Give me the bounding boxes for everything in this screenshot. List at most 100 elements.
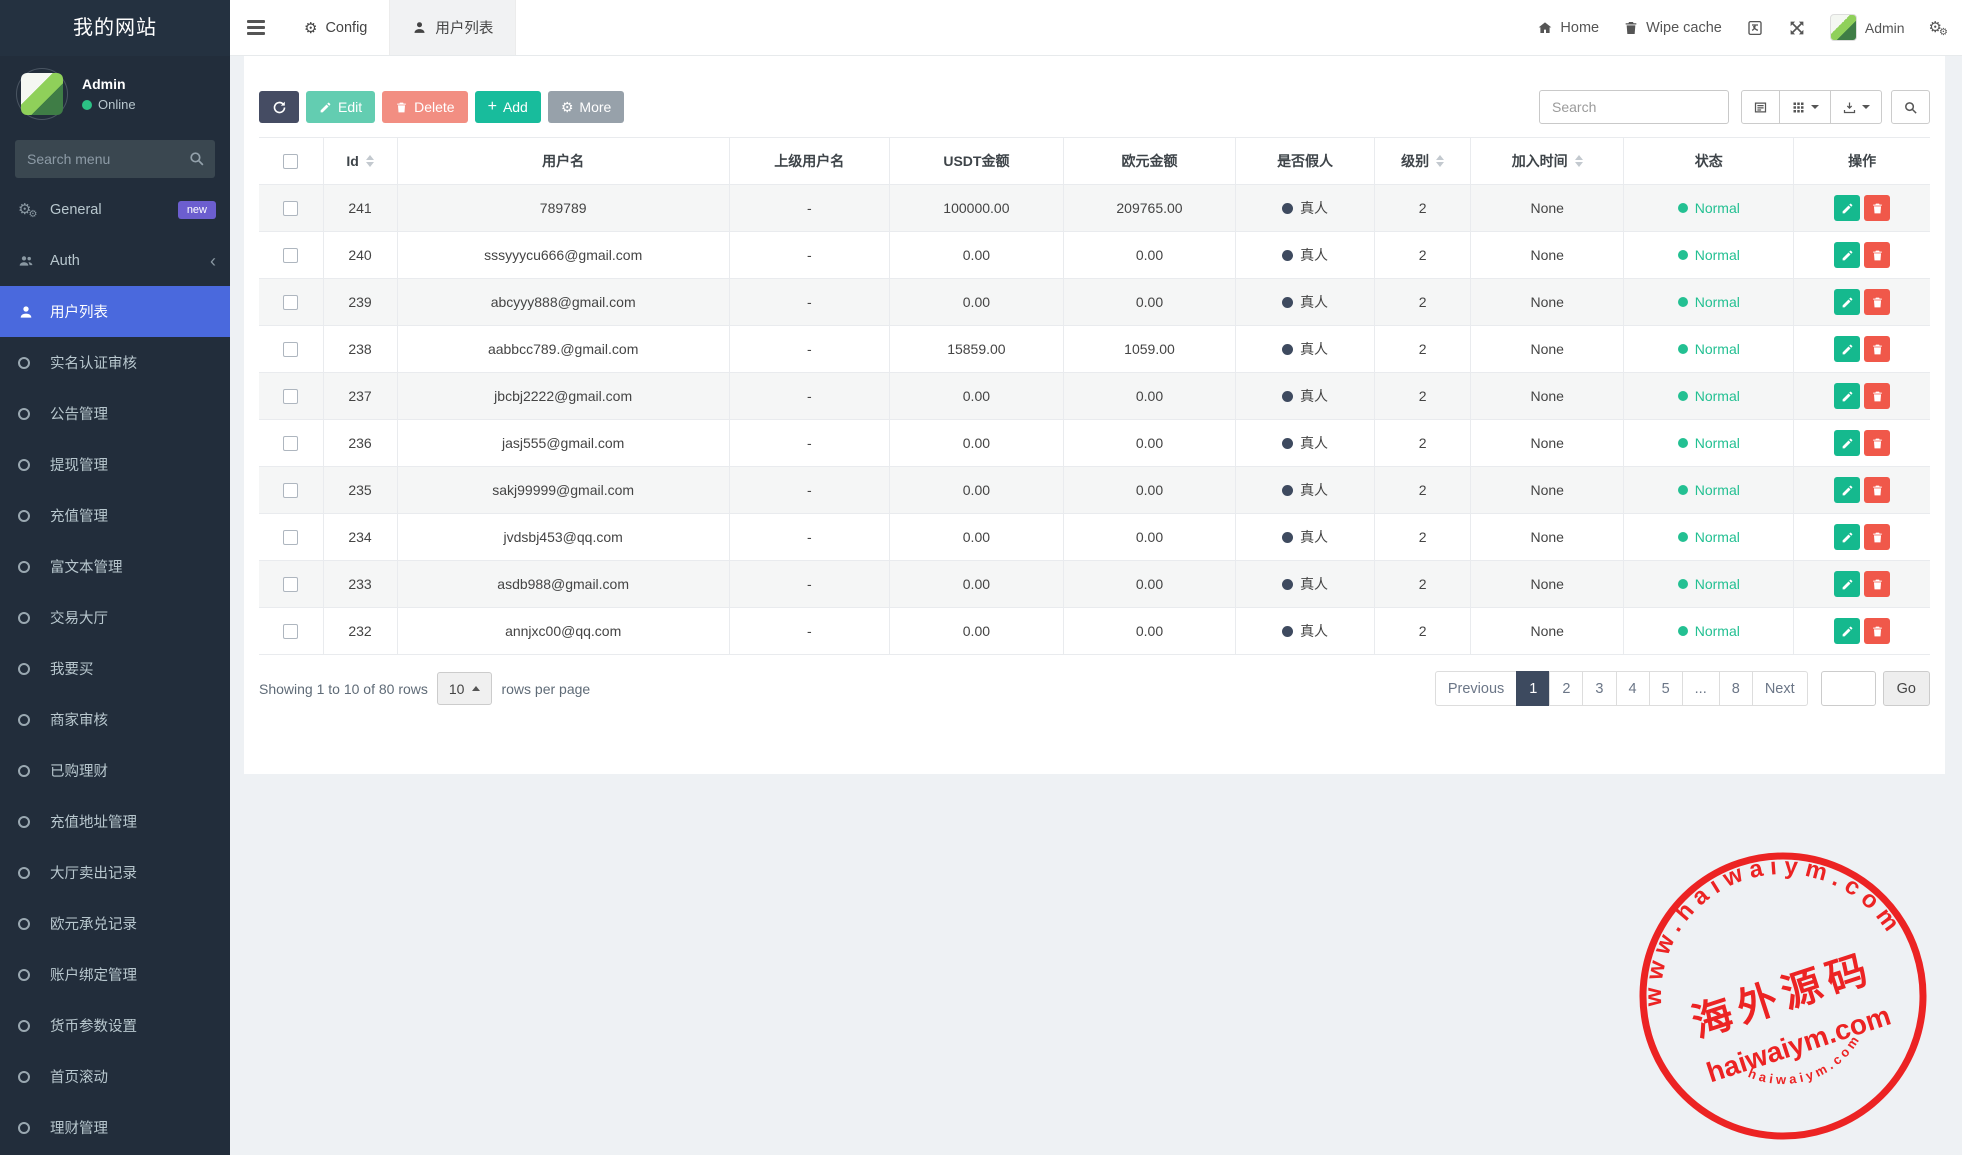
row-delete-button[interactable] (1864, 289, 1890, 315)
row-delete-button[interactable] (1864, 618, 1890, 644)
sidebar-toggle-button[interactable] (230, 0, 282, 55)
row-edit-button[interactable] (1834, 477, 1860, 503)
trash-icon (1871, 625, 1884, 638)
row-delete-button[interactable] (1864, 524, 1890, 550)
select-all-checkbox[interactable] (283, 154, 298, 169)
add-button[interactable]: + Add (475, 91, 541, 123)
row-edit-button[interactable] (1834, 430, 1860, 456)
search-submit-button[interactable] (1891, 90, 1930, 124)
tab-user-list[interactable]: 用户列表 (389, 0, 516, 55)
column-header[interactable]: 级别 (1375, 138, 1471, 185)
cell-status: Normal (1624, 608, 1794, 655)
row-edit-button[interactable] (1834, 242, 1860, 268)
row-checkbox[interactable] (283, 530, 298, 545)
row-checkbox[interactable] (283, 201, 298, 216)
page-3[interactable]: 3 (1582, 671, 1616, 706)
row-checkbox[interactable] (283, 624, 298, 639)
delete-button[interactable]: Delete (382, 91, 467, 123)
sidebar-item-richtext[interactable]: 富文本管理 (0, 541, 230, 592)
page-8[interactable]: 8 (1719, 671, 1753, 706)
row-delete-button[interactable] (1864, 430, 1890, 456)
cell-username: jvdsbj453@qq.com (397, 514, 729, 561)
row-delete-button[interactable] (1864, 477, 1890, 503)
home-button[interactable]: Home (1537, 20, 1599, 36)
row-edit-button[interactable] (1834, 289, 1860, 315)
page-jump-input[interactable] (1821, 671, 1876, 706)
cell-is-fake: 真人 (1236, 326, 1375, 373)
page-previous[interactable]: Previous (1435, 671, 1517, 706)
sidebar-item-account-binding[interactable]: 账户绑定管理 (0, 949, 230, 1000)
sidebar-item-eur-exchange-record[interactable]: 欧元承兑记录 (0, 898, 230, 949)
columns-button[interactable] (1779, 90, 1831, 124)
sidebar-search (15, 140, 215, 178)
row-edit-button[interactable] (1834, 571, 1860, 597)
row-edit-button[interactable] (1834, 383, 1860, 409)
cell-status: Normal (1624, 185, 1794, 232)
table-search-input[interactable] (1539, 90, 1729, 124)
settings-button[interactable]: ⚙⚙ (1929, 20, 1942, 35)
tab-config[interactable]: ⚙ Config (282, 0, 389, 55)
page-next[interactable]: Next (1752, 671, 1808, 706)
pencil-icon (1841, 296, 1854, 309)
cell-status: Normal (1624, 420, 1794, 467)
circle-icon (18, 663, 42, 675)
column-header[interactable]: 加入时间 (1471, 138, 1624, 185)
sidebar-item-recharge[interactable]: 充值管理 (0, 490, 230, 541)
circle-icon (18, 510, 42, 522)
row-checkbox[interactable] (283, 389, 298, 404)
more-button[interactable]: ⚙ More (548, 91, 624, 123)
sidebar-item-hall-sell-record[interactable]: 大厅卖出记录 (0, 847, 230, 898)
row-delete-button[interactable] (1864, 383, 1890, 409)
row-edit-button[interactable] (1834, 195, 1860, 221)
row-checkbox[interactable] (283, 342, 298, 357)
row-checkbox[interactable] (283, 295, 298, 310)
sidebar-item-currency-params[interactable]: 货币参数设置 (0, 1000, 230, 1051)
sidebar-item-auth[interactable]: Auth‹ (0, 235, 230, 286)
sidebar-item-finance-mgmt[interactable]: 理财管理 (0, 1102, 230, 1153)
sidebar-item-user-list[interactable]: 用户列表 (0, 286, 230, 337)
sidebar-item-bought-finance[interactable]: 已购理财 (0, 745, 230, 796)
sidebar-search-input[interactable] (15, 140, 215, 178)
row-delete-button[interactable] (1864, 571, 1890, 597)
row-checkbox[interactable] (283, 577, 298, 592)
sidebar-item-general[interactable]: ⚙⚙Generalnew (0, 184, 230, 235)
row-edit-button[interactable] (1834, 618, 1860, 644)
sidebar-item-home-scroll[interactable]: 首页滚动 (0, 1051, 230, 1102)
detail-view-button[interactable] (1741, 90, 1780, 124)
row-checkbox[interactable] (283, 248, 298, 263)
row-edit-button[interactable] (1834, 524, 1860, 550)
status-dot-icon (1678, 438, 1688, 448)
page-1[interactable]: 1 (1516, 671, 1550, 706)
page-size-dropdown[interactable]: 10 (437, 672, 493, 705)
page-2[interactable]: 2 (1549, 671, 1583, 706)
row-checkbox[interactable] (283, 436, 298, 451)
row-delete-button[interactable] (1864, 242, 1890, 268)
sidebar-item-withdraw[interactable]: 提现管理 (0, 439, 230, 490)
sidebar-item-merchant-audit[interactable]: 商家审核 (0, 694, 230, 745)
sidebar-item-realname-audit[interactable]: 实名认证审核 (0, 337, 230, 388)
row-edit-button[interactable] (1834, 336, 1860, 362)
page-5[interactable]: 5 (1649, 671, 1683, 706)
page-4[interactable]: 4 (1616, 671, 1650, 706)
cell-is-fake: 真人 (1236, 185, 1375, 232)
fullscreen-button[interactable] (1788, 19, 1806, 37)
language-button[interactable] (1746, 19, 1764, 37)
export-button[interactable] (1830, 90, 1882, 124)
wipe-cache-button[interactable]: Wipe cache (1623, 20, 1722, 36)
cell-join-time: None (1471, 326, 1624, 373)
sidebar-item-notice[interactable]: 公告管理 (0, 388, 230, 439)
column-header[interactable]: Id (323, 138, 397, 185)
go-button[interactable]: Go (1883, 671, 1930, 706)
admin-menu[interactable]: Admin (1830, 14, 1905, 41)
sidebar-item-want-buy[interactable]: 我要买 (0, 643, 230, 694)
user-icon (18, 304, 42, 320)
sidebar-item-trade-hall[interactable]: 交易大厅 (0, 592, 230, 643)
circle-icon (18, 714, 42, 726)
status-dot-icon (1678, 391, 1688, 401)
sidebar-item-recharge-address[interactable]: 充值地址管理 (0, 796, 230, 847)
row-checkbox[interactable] (283, 483, 298, 498)
edit-button[interactable]: Edit (306, 91, 375, 123)
refresh-button[interactable] (259, 91, 299, 123)
row-delete-button[interactable] (1864, 195, 1890, 221)
row-delete-button[interactable] (1864, 336, 1890, 362)
